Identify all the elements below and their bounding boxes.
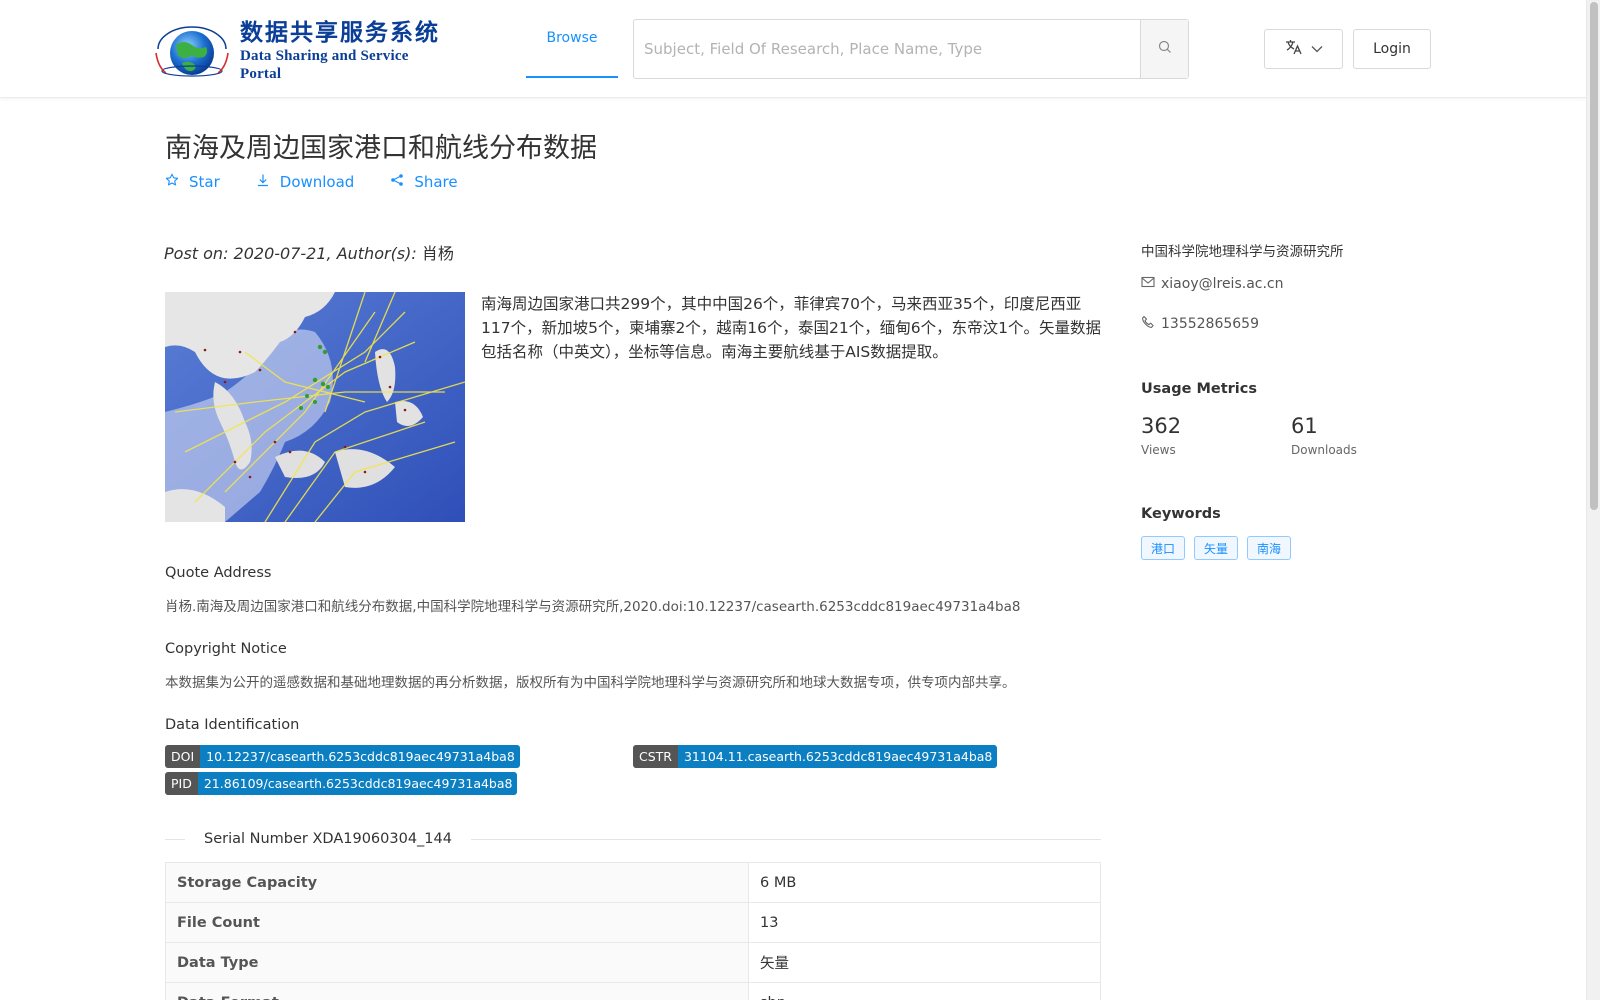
cstr-key: CSTR [633, 745, 678, 768]
copyright-label: Copyright Notice [165, 641, 287, 657]
organization-name: 中国科学院地理科学与资源研究所 [1141, 244, 1344, 260]
contact-email[interactable]: xiaoy@lreis.ac.cn [1141, 276, 1284, 292]
doi-value: 10.12237/casearth.6253cddc819aec49731a4b… [200, 745, 520, 768]
download-label: Download [279, 173, 355, 191]
quote-address-text: 肖杨.南海及周边国家港口和航线分布数据,中国科学院地理科学与资源研究所,2020… [165, 599, 1021, 615]
pid-badge[interactable]: PID 21.86109/casearth.6253cddc819aec4973… [165, 772, 518, 795]
language-switch-button[interactable] [1264, 29, 1343, 69]
site-logo[interactable]: 数据共享服务系统 Data Sharing and Service Portal [152, 19, 442, 82]
downloads-count: 61 [1291, 414, 1318, 438]
doi-badge[interactable]: DOI 10.12237/casearth.6253cddc819aec4973… [165, 745, 520, 768]
table-row: Data Type 矢量 [165, 942, 1101, 983]
keyword-list: 港口 矢量 南海 [1141, 536, 1292, 560]
search-input[interactable] [634, 20, 1140, 78]
cstr-value: 31104.11.casearth.6253cddc819aec49731a4b… [677, 745, 998, 768]
dataset-title: 南海及周边国家港口和航线分布数据 [165, 133, 597, 164]
copyright-text: 本数据集为公开的遥感数据和基础地理数据的再分析数据，版权所有为中国科学院地理科学… [165, 675, 1016, 691]
share-icon [390, 173, 414, 191]
table-value: 13 [748, 902, 1101, 943]
serial-number: Serial Number XDA19060304_144 [204, 831, 452, 847]
logo-en-text: Data Sharing and Service Portal [240, 48, 409, 82]
download-icon [256, 173, 280, 191]
views-label: Views [1141, 443, 1176, 457]
translate-icon [1285, 39, 1303, 59]
dataset-info-table: Storage Capacity 6 MB File Count 13 Data… [165, 862, 1101, 1000]
post-info: Post on: 2020-07-21, Author(s): 肖杨 [164, 240, 454, 264]
serial-number-divider: Serial Number XDA19060304_144 [165, 826, 1101, 852]
search-bar [633, 19, 1189, 79]
divider-line [471, 838, 1101, 840]
keyword-tag[interactable]: 港口 [1141, 536, 1186, 560]
search-button[interactable] [1140, 20, 1188, 78]
share-label: Share [414, 173, 458, 191]
keyword-tag[interactable]: 矢量 [1194, 536, 1239, 560]
dataset-actions: Star Download Share [165, 173, 494, 191]
globe-logo-icon [152, 23, 232, 79]
star-icon [165, 173, 189, 191]
star-button[interactable]: Star [165, 173, 220, 191]
phone-icon [1141, 315, 1155, 333]
pid-value: 21.86109/casearth.6253cddc819aec49731a4b… [197, 772, 518, 795]
keyword-tag[interactable]: 南海 [1247, 536, 1292, 560]
keywords-heading: Keywords [1141, 506, 1221, 522]
table-key: Data Type [165, 942, 749, 983]
page-scrollbar[interactable] [1586, 0, 1600, 1000]
table-value: 6 MB [748, 862, 1101, 903]
author-name[interactable]: 肖杨 [422, 244, 454, 263]
scrollbar-thumb[interactable] [1590, 2, 1598, 510]
usage-metrics-heading: Usage Metrics [1141, 381, 1257, 397]
views-count: 362 [1141, 414, 1182, 438]
cstr-badge[interactable]: CSTR 31104.11.casearth.6253cddc819aec497… [633, 745, 998, 768]
table-row: Storage Capacity 6 MB [165, 862, 1101, 903]
divider-line [165, 838, 185, 840]
pid-key: PID [165, 772, 198, 795]
table-row: Data Format shp [165, 982, 1101, 1000]
quote-address-label: Quote Address [165, 565, 272, 581]
mail-icon [1141, 276, 1155, 292]
post-date-label: Post on: 2020-07-21, Author(s): [164, 244, 417, 263]
table-key: File Count [165, 902, 749, 943]
dataset-description: 南海周边国家港口共299个，其中中国26个，菲律宾70个，马来西亚35个，印度尼… [481, 295, 1101, 361]
doi-key: DOI [165, 745, 201, 768]
table-key: Data Format [165, 982, 749, 1000]
downloads-metric: 61 Downloads [1291, 413, 1357, 457]
phone-text: 13552865659 [1161, 316, 1259, 332]
search-icon [1158, 40, 1172, 58]
download-button[interactable]: Download [256, 173, 355, 191]
star-label: Star [189, 173, 220, 191]
contact-phone[interactable]: 13552865659 [1141, 315, 1259, 333]
chevron-down-icon [1311, 41, 1323, 57]
email-text: xiaoy@lreis.ac.cn [1161, 276, 1284, 292]
share-button[interactable]: Share [390, 173, 458, 191]
dataset-thumbnail-map[interactable] [165, 292, 465, 522]
views-metric: 362 Views [1141, 413, 1181, 457]
table-key: Storage Capacity [165, 862, 749, 903]
login-button[interactable]: Login [1353, 29, 1431, 69]
data-identification-label: Data Identification [165, 717, 300, 733]
table-row: File Count 13 [165, 902, 1101, 943]
table-value: 矢量 [748, 942, 1101, 983]
top-header: 数据共享服务系统 Data Sharing and Service Portal… [0, 0, 1586, 98]
nav-browse-tab[interactable]: Browse [526, 0, 618, 78]
table-value: shp [748, 982, 1101, 1000]
logo-cn-text: 数据共享服务系统 [240, 19, 440, 46]
downloads-label: Downloads [1291, 443, 1357, 457]
